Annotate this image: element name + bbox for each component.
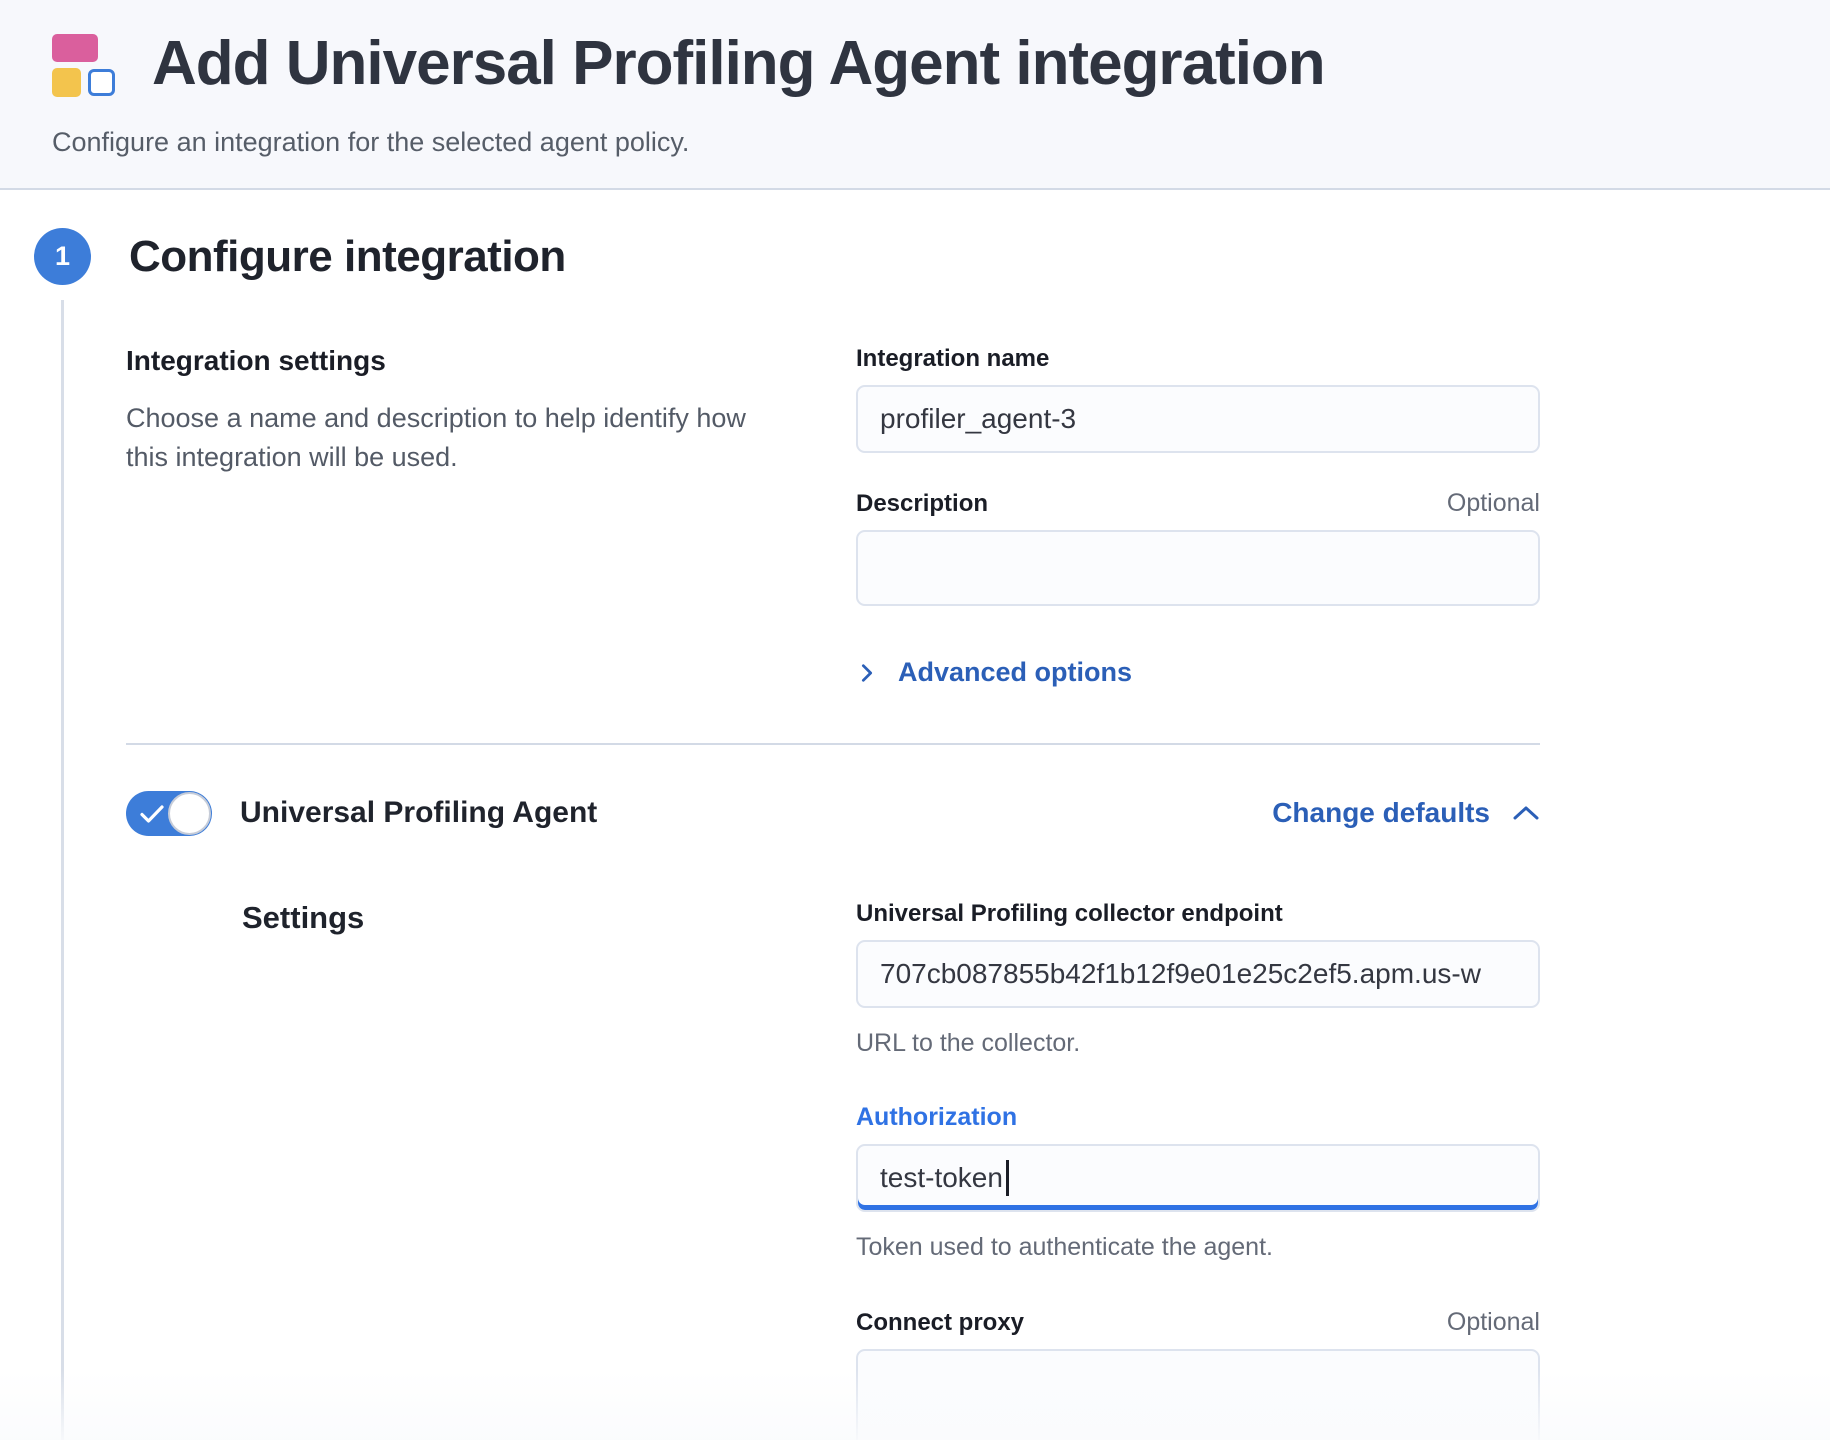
advanced-options-label: Advanced options	[898, 657, 1132, 688]
integration-name-input[interactable]	[856, 385, 1540, 453]
chevron-up-icon	[1512, 804, 1540, 822]
connect-proxy-optional-tag: Optional	[1447, 1308, 1540, 1337]
page-header: Add Universal Profiling Agent integratio…	[0, 0, 1830, 190]
description-input[interactable]	[856, 530, 1540, 606]
change-defaults-label: Change defaults	[1272, 797, 1490, 829]
collector-endpoint-label: Universal Profiling collector endpoint	[856, 900, 1283, 927]
integration-settings-section: Integration settings Choose a name and d…	[126, 345, 1540, 689]
advanced-options-toggle[interactable]: Advanced options	[856, 657, 1132, 688]
settings-heading: Settings	[126, 900, 856, 936]
page-subtitle: Configure an integration for the selecte…	[52, 127, 1778, 158]
collector-endpoint-help: URL to the collector.	[856, 1026, 1540, 1062]
integration-settings-heading: Integration settings	[126, 345, 856, 377]
step-title: Configure integration	[129, 232, 566, 282]
connect-proxy-label: Connect proxy	[856, 1309, 1024, 1337]
step-connector-line	[61, 300, 64, 1440]
description-label: Description	[856, 490, 988, 518]
connect-proxy-input[interactable]	[856, 1349, 1540, 1440]
page-title: Add Universal Profiling Agent integratio…	[152, 28, 1325, 99]
text-cursor	[1006, 1160, 1009, 1196]
configure-integration-content: Integration settings Choose a name and d…	[126, 345, 1540, 1440]
logo-yellow-block	[52, 68, 81, 97]
logo-pink-block	[52, 34, 98, 62]
universal-profiling-agent-toggle[interactable]	[126, 791, 212, 836]
chevron-right-icon	[856, 662, 878, 684]
description-optional-tag: Optional	[1447, 489, 1540, 518]
logo-blue-block	[88, 69, 115, 96]
agent-toggle-row: Universal Profiling Agent Change default…	[126, 791, 1540, 836]
integration-name-label: Integration name	[856, 345, 1049, 372]
check-icon	[139, 803, 165, 825]
agent-toggle-label: Universal Profiling Agent	[240, 796, 597, 830]
section-divider	[126, 743, 1540, 745]
step-header: 1 Configure integration	[34, 228, 1830, 285]
change-defaults-toggle[interactable]: Change defaults	[1272, 797, 1540, 829]
collector-endpoint-input[interactable]	[856, 940, 1540, 1008]
authorization-input[interactable]	[856, 1144, 1540, 1212]
integration-settings-description: Choose a name and description to help id…	[126, 399, 781, 477]
agent-settings-section: Settings Universal Profiling collector e…	[126, 900, 1540, 1440]
step-number-badge: 1	[34, 228, 91, 285]
integration-logo-icon	[52, 32, 116, 96]
authorization-label[interactable]: Authorization	[856, 1103, 1017, 1132]
toggle-knob	[168, 792, 211, 835]
authorization-help: Token used to authenticate the agent.	[856, 1230, 1540, 1266]
